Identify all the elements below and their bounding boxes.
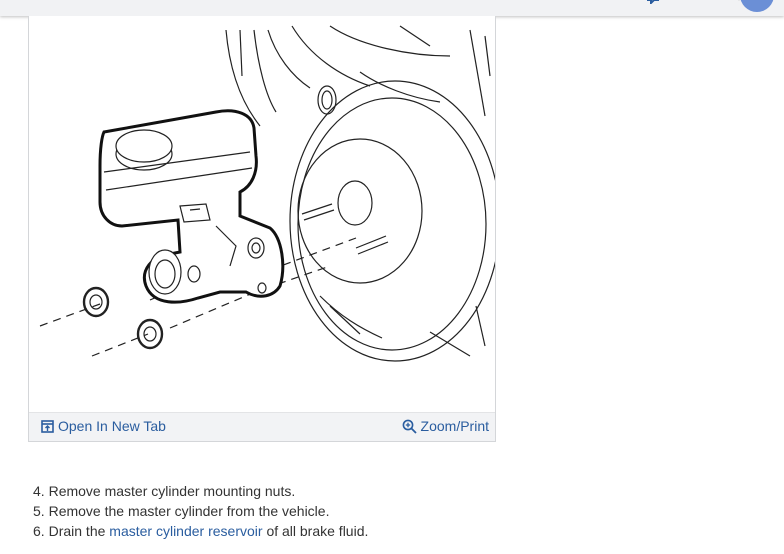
open-in-new-tab-label: Open In New Tab [58,418,166,434]
step-item: 6. Drain the master cylinder reservoir o… [33,521,368,541]
step-text: Remove master cylinder mounting nuts. [48,483,296,499]
step-number: 4. [33,483,45,499]
browser-toolbar [0,0,784,16]
step-item: 5. Remove the master cylinder from the v… [33,501,368,521]
zoom-print-label: Zoom/Print [420,418,489,434]
open-in-new-tab-icon [41,419,54,433]
instruction-steps: 4. Remove master cylinder mounting nuts.… [33,481,368,541]
step-item: 4. Remove master cylinder mounting nuts. [33,481,368,501]
open-in-new-tab-button[interactable]: Open In New Tab [41,418,166,434]
master-cylinder-reservoir-link[interactable]: master cylinder reservoir [109,523,262,539]
figure-footer: Open In New Tab Zoom/Print [29,412,495,441]
step-text-post: of all brake fluid. [266,523,369,539]
step-number: 5. [33,503,45,519]
avatar[interactable] [740,0,774,12]
magnifier-plus-icon [402,419,417,434]
step-text-pre: Drain the [48,523,106,539]
zoom-print-button[interactable]: Zoom/Print [402,418,489,434]
figure-panel: Open In New Tab Zoom/Print [28,16,496,442]
chat-icon[interactable] [646,0,660,4]
step-number: 6. [33,523,45,539]
master-cylinder-diagram [39,25,495,362]
step-text: Remove the master cylinder from the vehi… [48,503,330,519]
